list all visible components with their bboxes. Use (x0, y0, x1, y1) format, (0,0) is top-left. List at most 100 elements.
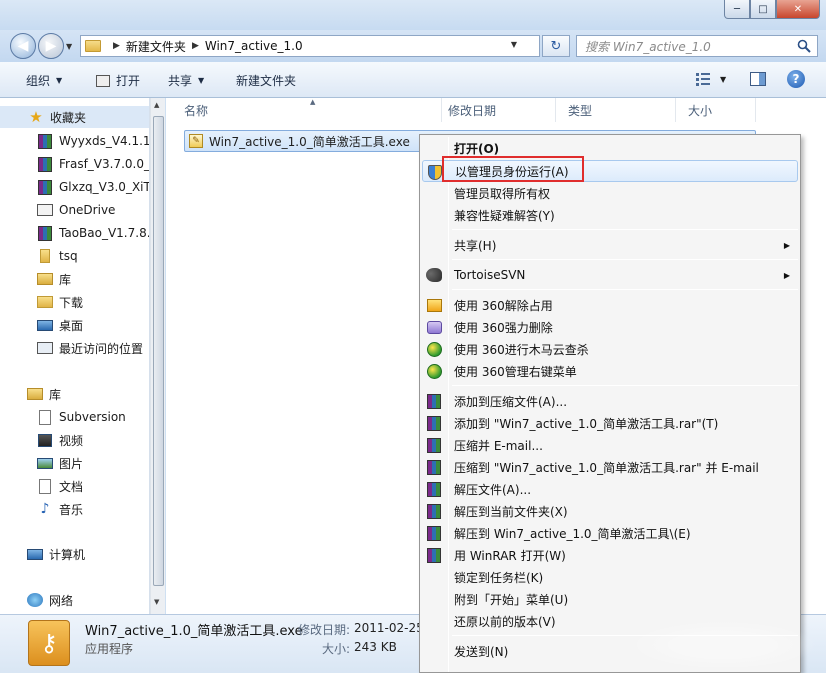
menu-item-share[interactable]: 共享(H) ▶ (422, 234, 798, 256)
sidebar-item-onedrive[interactable]: OneDrive (37, 199, 115, 221)
winrar-icon (426, 481, 442, 497)
menu-item-360-manage[interactable]: 使用 360管理右键菜单 (422, 360, 798, 382)
menu-item-label: 解压到 Win7_active_1.0_简单激活工具\(E) (454, 526, 691, 541)
address-row: ◀ ▶ ▼ ▶ 新建文件夹 ▶ Win7_active_1.0 ▼ ↻ 搜索 W… (0, 30, 826, 62)
open-icon (96, 74, 110, 87)
sidebar-computer[interactable]: 计算机 (27, 543, 85, 565)
sidebar-favorites[interactable]: ★ 收藏夹 (0, 106, 149, 128)
search-input[interactable]: 搜索 Win7_active_1.0 (576, 35, 818, 57)
view-dropdown-icon[interactable]: ▼ (720, 75, 726, 84)
winrar-icon (426, 525, 442, 541)
menu-separator (452, 229, 798, 230)
menu-item-label: TortoiseSVN (454, 268, 526, 282)
uac-shield-icon (427, 164, 443, 180)
menu-item-pin-taskbar[interactable]: 锁定到任务栏(K) (422, 566, 798, 588)
menu-item-label: 使用 360管理右键菜单 (454, 364, 577, 379)
help-button[interactable]: ? (787, 70, 805, 88)
menu-item-rar-open[interactable]: 用 WinRAR 打开(W) (422, 544, 798, 566)
menu-item-rar-add-email[interactable]: 压缩到 "Win7_active_1.0_简单激活工具.rar" 并 E-mai… (422, 456, 798, 478)
menu-item-rar-add[interactable]: 添加到压缩文件(A)... (422, 390, 798, 412)
menu-item-360-delete[interactable]: 使用 360强力删除 (422, 316, 798, 338)
menu-item-360-scan[interactable]: 使用 360进行木马云查杀 (422, 338, 798, 360)
winrar-icon (37, 225, 53, 241)
refresh-button[interactable]: ↻ (542, 35, 570, 57)
sidebar-item-tsq[interactable]: tsq (37, 245, 78, 267)
menu-item-360-unlock[interactable]: 使用 360解除占用 (422, 294, 798, 316)
history-dropdown-icon[interactable]: ▼ (66, 42, 72, 51)
menu-item-compatibility[interactable]: 兼容性疑难解答(Y) (422, 204, 798, 226)
sidebar-item-recent[interactable]: 最近访问的位置 (37, 337, 143, 359)
sidebar-item-glxzq[interactable]: Glxzq_V3.0_XiTo (37, 176, 149, 198)
sidebar-item-desktop[interactable]: 桌面 (37, 314, 83, 336)
sidebar-scrollbar[interactable]: ▲ ▼ (150, 98, 165, 614)
search-placeholder: 搜索 Win7_active_1.0 (585, 39, 711, 54)
winrar-icon (37, 133, 53, 149)
menu-item-label: 锁定到任务栏(K) (454, 570, 544, 585)
address-bar[interactable]: ▶ 新建文件夹 ▶ Win7_active_1.0 ▼ (80, 35, 540, 57)
menu-item-label: 压缩到 "Win7_active_1.0_简单激活工具.rar" 并 E-mai… (454, 460, 759, 475)
breadcrumb-arrow-icon[interactable]: ▶ (113, 41, 120, 51)
new-folder-button[interactable]: 新建文件夹 (236, 72, 296, 89)
sidebar-item-label: Subversion (59, 410, 126, 424)
menu-item-take-ownership[interactable]: 管理员取得所有权 (422, 182, 798, 204)
menu-item-label: 附到「开始」菜单(U) (454, 592, 569, 607)
open-button[interactable]: 打开 (96, 72, 140, 89)
view-icon (696, 73, 710, 86)
menu-item-pin-start[interactable]: 附到「开始」菜单(U) (422, 588, 798, 610)
minimize-button[interactable]: ─ (724, 0, 750, 19)
sidebar-network[interactable]: 网络 (27, 589, 73, 611)
sidebar-item-music[interactable]: ♪ 音乐 (37, 498, 83, 520)
sort-ascending-icon: ▲ (310, 98, 316, 106)
menu-item-tortoisesvn[interactable]: TortoiseSVN ▶ (422, 264, 798, 286)
help-icon: ? (787, 70, 805, 88)
menu-item-label: 解压到当前文件夹(X) (454, 504, 568, 519)
sidebar-item-downloads[interactable]: 下载 (37, 291, 83, 313)
sidebar-item-library[interactable]: 库 (37, 268, 71, 290)
column-header-size[interactable]: 大小 (676, 98, 756, 122)
share-menu[interactable]: 共享 ▼ (168, 72, 204, 89)
breadcrumb-item[interactable]: 新建文件夹 (126, 38, 186, 55)
sidebar-item-documents[interactable]: 文档 (37, 475, 83, 497)
sidebar-item-wyyxds[interactable]: Wyyxds_V4.1.1.1 (37, 130, 149, 152)
sidebar-item-taobao[interactable]: TaoBao_V1.7.8. (37, 222, 149, 244)
maximize-button[interactable]: □ (750, 0, 776, 19)
sidebar-item-pictures[interactable]: 图片 (37, 452, 83, 474)
sidebar-libraries[interactable]: 库 (27, 383, 61, 405)
sidebar-item-label: 库 (59, 272, 72, 287)
view-options-button[interactable]: ▼ (696, 72, 726, 86)
breadcrumb-arrow-icon[interactable]: ▶ (192, 41, 199, 51)
breadcrumb-item[interactable]: Win7_active_1.0 (205, 39, 303, 53)
details-file-name: Win7_active_1.0_简单激活工具.exe (85, 624, 303, 639)
column-header-modified[interactable]: 修改日期 (436, 98, 556, 122)
menu-item-label: 使用 360强力删除 (454, 320, 553, 335)
menu-item-rar-add-to[interactable]: 添加到 "Win7_active_1.0_简单激活工具.rar"(T) (422, 412, 798, 434)
organize-menu[interactable]: 组织 ▼ (26, 72, 62, 89)
menu-item-rar-email[interactable]: 压缩并 E-mail... (422, 434, 798, 456)
sidebar-item-label: 图片 (59, 456, 84, 471)
column-header-type[interactable]: 类型 (556, 98, 676, 122)
preview-pane-icon (750, 72, 766, 86)
close-button[interactable]: ✕ (776, 0, 820, 19)
column-header-name[interactable]: 名称 ▲ (172, 98, 442, 122)
menu-item-rar-extract-here[interactable]: 解压到当前文件夹(X) (422, 500, 798, 522)
scroll-up-icon[interactable]: ▲ (154, 101, 159, 109)
scroll-down-icon[interactable]: ▼ (154, 598, 159, 606)
sidebar-item-frasf[interactable]: Frasf_V3.7.0.0_X (37, 153, 149, 175)
submenu-arrow-icon: ▶ (783, 240, 790, 250)
preview-pane-button[interactable] (750, 71, 766, 87)
sidebar-item-label: 计算机 (49, 547, 86, 562)
back-button[interactable]: ◀ (10, 33, 36, 59)
star-icon: ★ (29, 108, 43, 126)
menu-item-rar-extract-to[interactable]: 解压到 Win7_active_1.0_简单激活工具\(E) (422, 522, 798, 544)
menu-item-rar-extract[interactable]: 解压文件(A)... (422, 478, 798, 500)
menu-separator (452, 259, 798, 260)
address-dropdown-icon[interactable]: ▼ (511, 40, 517, 49)
forward-arrow-icon: ▶ (45, 38, 57, 54)
360-delete-icon (426, 319, 442, 335)
sidebar-item-subversion[interactable]: Subversion (37, 406, 126, 428)
sidebar-item-videos[interactable]: 视频 (37, 429, 83, 451)
scrollbar-thumb[interactable] (153, 116, 164, 586)
column-label: 类型 (568, 103, 593, 118)
forward-button[interactable]: ▶ (38, 33, 64, 59)
search-icon[interactable] (797, 39, 811, 53)
